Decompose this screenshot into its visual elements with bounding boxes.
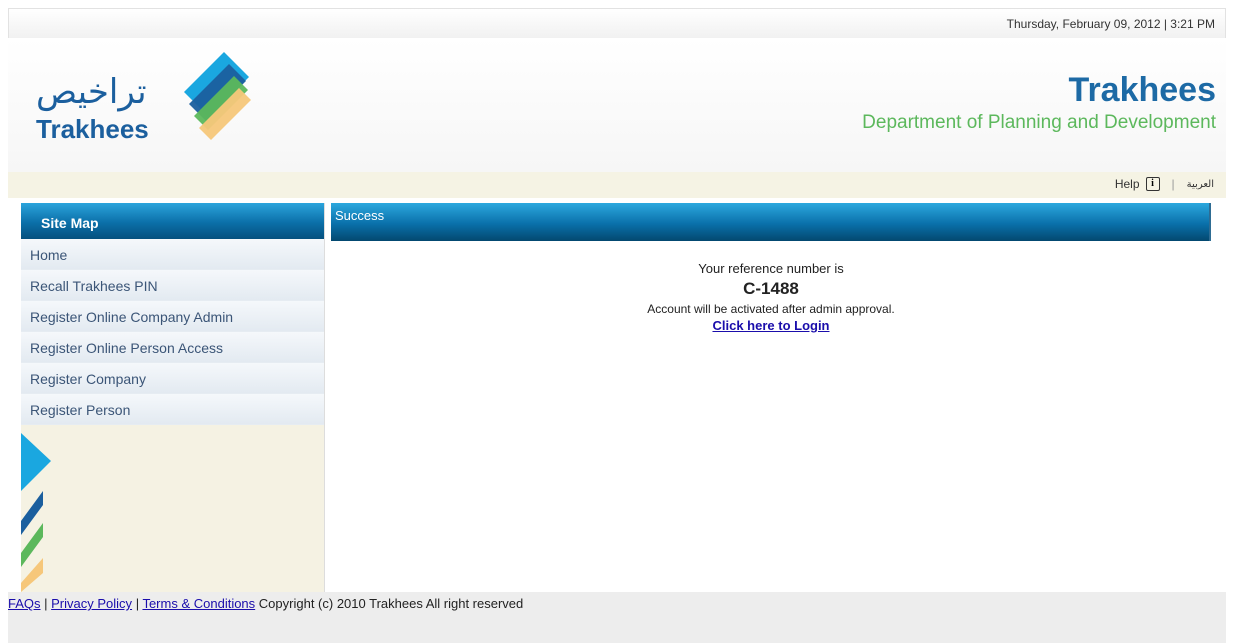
sidebar-item-register-company-admin[interactable]: Register Online Company Admin — [21, 301, 324, 332]
privacy-policy-link[interactable]: Privacy Policy — [51, 596, 132, 611]
logo-stack-icon — [184, 52, 251, 140]
utility-separator: | — [1171, 177, 1175, 191]
main-content: Success Your reference number is C-1488 … — [331, 203, 1211, 592]
sidebar-item-home[interactable]: Home — [21, 239, 324, 270]
sidebar-item-register-person-access[interactable]: Register Online Person Access — [21, 332, 324, 363]
logo-arabic-text: تراخيص — [36, 72, 147, 112]
success-message: Your reference number is C-1488 Account … — [331, 261, 1211, 333]
site-map-title: Site Map — [21, 203, 324, 239]
utility-bar: Help i | العربية — [8, 172, 1226, 198]
trakhees-logo[interactable]: تراخيص Trakhees — [26, 52, 256, 152]
reference-number: C-1488 — [743, 279, 799, 298]
current-datetime: Thursday, February 09, 2012 | 3:21 PM — [1006, 17, 1215, 31]
help-link[interactable]: Help — [1115, 177, 1140, 191]
login-link[interactable]: Click here to Login — [712, 318, 829, 333]
site-header: تراخيص Trakhees Trakhees Department of P… — [8, 38, 1226, 172]
decorative-arrows-icon — [21, 433, 51, 592]
success-title-bar: Success — [331, 203, 1211, 241]
arabic-language-link[interactable]: العربية — [1187, 179, 1214, 190]
brand-heading: Trakhees Department of Planning and Deve… — [862, 72, 1216, 134]
activation-note: Account will be activated after admin ap… — [647, 302, 895, 316]
sidebar-item-register-person[interactable]: Register Person — [21, 394, 324, 425]
info-icon[interactable]: i — [1145, 177, 1160, 191]
top-date-bar: Thursday, February 09, 2012 | 3:21 PM — [8, 8, 1226, 38]
site-map-sidebar: Site Map Home Recall Trakhees PIN Regist… — [21, 203, 325, 592]
site-footer: FAQs | Privacy Policy | Terms & Conditio… — [8, 592, 1226, 643]
sidebar-item-recall-pin[interactable]: Recall Trakhees PIN — [21, 270, 324, 301]
brand-subtitle: Department of Planning and Development — [862, 112, 1216, 133]
terms-link[interactable]: Terms & Conditions — [142, 596, 255, 611]
faqs-link[interactable]: FAQs — [8, 596, 41, 611]
reference-intro: Your reference number is — [698, 261, 844, 276]
logo-english-text: Trakhees — [36, 114, 149, 144]
sidebar-item-register-company[interactable]: Register Company — [21, 363, 324, 394]
copyright-text: Copyright (c) 2010 Trakhees All right re… — [258, 596, 524, 611]
brand-title: Trakhees — [1068, 71, 1216, 109]
